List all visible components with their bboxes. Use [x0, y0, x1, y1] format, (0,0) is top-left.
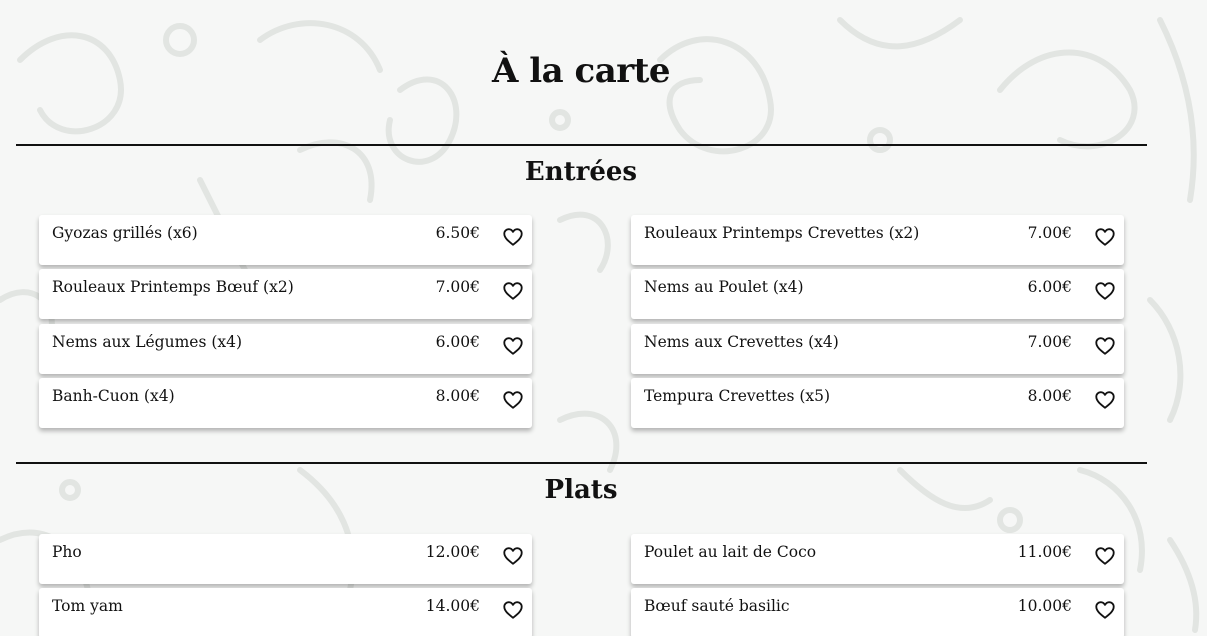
heart-outline-icon[interactable] [502, 599, 524, 621]
menu-item-name: Nems aux Légumes (x4) [52, 333, 243, 351]
page-title: À la carte [492, 51, 670, 91]
menu-item-card: Nems au Poulet (x4) 6.00€ [631, 269, 1124, 319]
menu-item-card: Rouleaux Printemps Crevettes (x2) 7.00€ [631, 215, 1124, 265]
menu-item-name: Nems aux Crevettes (x4) [644, 333, 839, 351]
heart-outline-icon[interactable] [502, 335, 524, 357]
menu-item-card: Bœuf sauté basilic 10.00€ [631, 588, 1124, 636]
menu-item-price: 8.00€ [1027, 387, 1072, 405]
menu-item-price: 12.00€ [425, 543, 480, 561]
heart-outline-icon[interactable] [502, 389, 524, 411]
heart-outline-icon[interactable] [502, 280, 524, 302]
menu-item-name: Banh-Cuon (x4) [52, 387, 175, 405]
menu-item-price: 14.00€ [425, 597, 480, 615]
heart-outline-icon[interactable] [502, 545, 524, 567]
menu-item-card: Nems aux Légumes (x4) 6.00€ [39, 324, 532, 374]
menu-item-name: Tom yam [52, 597, 123, 615]
menu-item-card: Rouleaux Printemps Bœuf (x2) 7.00€ [39, 269, 532, 319]
menu-item-price: 7.00€ [435, 278, 480, 296]
section-divider-entrees [16, 144, 1147, 146]
menu-item-card: Tempura Crevettes (x5) 8.00€ [631, 378, 1124, 428]
heart-outline-icon[interactable] [502, 226, 524, 248]
menu-item-price: 7.00€ [1027, 224, 1072, 242]
heart-outline-icon[interactable] [1094, 599, 1116, 621]
menu-item-card: Tom yam 14.00€ [39, 588, 532, 636]
menu-item-name: Pho [52, 543, 82, 561]
menu-item-name: Gyozas grillés (x6) [52, 224, 198, 242]
heart-outline-icon[interactable] [1094, 545, 1116, 567]
section-title-plats: Plats [544, 475, 618, 505]
menu-item-price: 6.00€ [435, 333, 480, 351]
menu-item-name: Poulet au lait de Coco [644, 543, 817, 561]
menu-item-card: Poulet au lait de Coco 11.00€ [631, 534, 1124, 584]
heart-outline-icon[interactable] [1094, 335, 1116, 357]
heart-outline-icon[interactable] [1094, 280, 1116, 302]
heart-outline-icon[interactable] [1094, 226, 1116, 248]
menu-item-price: 6.00€ [1027, 278, 1072, 296]
menu-item-name: Rouleaux Printemps Bœuf (x2) [52, 278, 294, 296]
menu-item-card: Gyozas grillés (x6) 6.50€ [39, 215, 532, 265]
menu-item-card: Nems aux Crevettes (x4) 7.00€ [631, 324, 1124, 374]
menu-item-price: 7.00€ [1027, 333, 1072, 351]
menu-item-name: Rouleaux Printemps Crevettes (x2) [644, 224, 920, 242]
section-title-entrees: Entrées [524, 157, 638, 187]
section-divider-plats [16, 462, 1147, 464]
menu-item-price: 10.00€ [1017, 597, 1072, 615]
menu-item-price: 11.00€ [1017, 543, 1072, 561]
heart-outline-icon[interactable] [1094, 389, 1116, 411]
menu-item-price: 6.50€ [435, 224, 480, 242]
menu-item-card: Pho 12.00€ [39, 534, 532, 584]
menu-item-name: Bœuf sauté basilic [644, 597, 790, 615]
menu-item-name: Nems au Poulet (x4) [644, 278, 804, 296]
menu-item-name: Tempura Crevettes (x5) [644, 387, 831, 405]
menu-item-price: 8.00€ [435, 387, 480, 405]
menu-page: À la carte Entrées Gyozas grillés (x6) 6… [0, 0, 1207, 636]
menu-item-card: Banh-Cuon (x4) 8.00€ [39, 378, 532, 428]
